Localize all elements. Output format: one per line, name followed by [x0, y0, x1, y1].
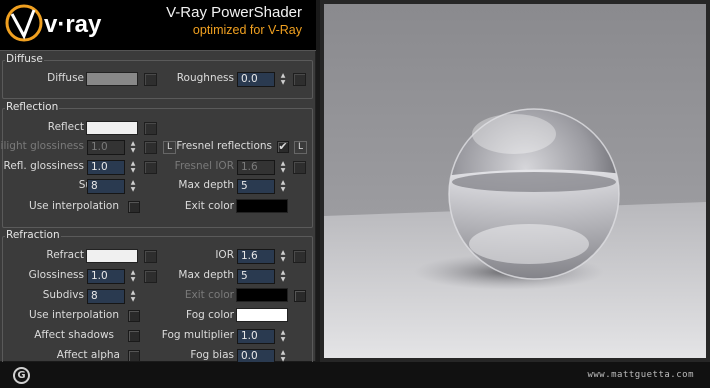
affect-shadows-label: Affect shadows [34, 329, 114, 341]
refr-subdivs-label: Subdivs [42, 289, 84, 301]
affect-alpha-checkbox[interactable] [128, 350, 140, 362]
refr-glossiness-label: Glossiness [28, 269, 84, 281]
spinner-arrows-icon[interactable]: ▲ ▼ [278, 160, 288, 175]
fog-color-swatch[interactable] [236, 308, 288, 322]
reflection-section: Reflection Reflect Hilight glossiness 1.… [0, 101, 316, 228]
refr-exit-color-checkbox[interactable] [294, 290, 306, 302]
refl-use-interpolation-checkbox[interactable] [128, 201, 140, 213]
glass-sphere-preview [324, 4, 706, 358]
refr-subdivs-spinner[interactable]: 8 [87, 289, 125, 304]
affect-alpha-label: Affect alpha [56, 349, 120, 361]
diffuse-section-title: Diffuse [5, 53, 44, 65]
footer-bar: G www.mattguetta.com [0, 362, 710, 388]
refl-max-depth-label: Max depth [178, 179, 234, 191]
reflect-map-button[interactable] [144, 122, 157, 135]
website-credit: www.mattguetta.com [587, 370, 694, 380]
refr-use-interpolation-label: Use interpolation [29, 309, 119, 321]
refract-label: Refract [46, 249, 84, 261]
fog-multiplier-spinner[interactable]: 1.0 [237, 329, 275, 344]
reflect-label: Reflect [47, 121, 84, 133]
fresnel-ior-spinner[interactable]: 1.6 [237, 160, 275, 175]
spinner-arrows-icon[interactable]: ▲ ▼ [128, 140, 138, 155]
refr-use-interpolation-checkbox[interactable] [128, 310, 140, 322]
hilight-map-button[interactable] [144, 141, 157, 154]
spinner-arrows-icon[interactable]: ▲ ▼ [278, 249, 288, 264]
refr-max-depth-spinner[interactable]: 5 [237, 269, 275, 284]
app-subtitle: optimized for V-Ray [192, 23, 302, 37]
app-title: V-Ray PowerShader [166, 4, 302, 21]
hilight-glossiness-spinner[interactable]: 1.0 [87, 140, 125, 155]
roughness-map-button[interactable] [293, 73, 306, 86]
refl-exit-color-swatch[interactable] [236, 199, 288, 213]
spinner-arrows-icon[interactable]: ▲ ▼ [278, 269, 288, 284]
refr-glossiness-spinner[interactable]: 1.0 [87, 269, 125, 284]
ior-map-button[interactable] [293, 250, 306, 263]
diffuse-section: Diffuse Diffuse Roughness 0.0 ▲ ▼ [0, 53, 316, 101]
fog-color-label: Fog color [186, 309, 234, 321]
spinner-arrows-icon[interactable]: ▲ ▼ [128, 160, 138, 175]
spinner-arrows-icon[interactable]: ▲ ▼ [278, 329, 288, 344]
ior-spinner[interactable]: 1.6 [237, 249, 275, 264]
hilight-glossiness-label: Hilight glossiness [0, 140, 84, 152]
render-preview-frame [320, 0, 710, 362]
fog-multiplier-label: Fog multiplier [161, 329, 234, 341]
material-panel: Diffuse Diffuse Roughness 0.0 ▲ ▼ Reflect… [0, 51, 316, 368]
spinner-arrows-icon[interactable]: ▲ ▼ [278, 179, 288, 194]
refraction-section: Refraction Refract IOR 1.6 ▲ ▼ Glossiness… [0, 229, 316, 368]
refr-exit-color-label: Exit color [184, 289, 234, 301]
refl-glossiness-spinner[interactable]: 1.0 [87, 160, 125, 175]
refl-max-depth-spinner[interactable]: 5 [237, 179, 275, 194]
refr-exit-color-swatch[interactable] [236, 288, 288, 302]
diffuse-label: Diffuse [47, 72, 84, 84]
spinner-arrows-icon[interactable]: ▲ ▼ [128, 179, 138, 194]
roughness-label: Roughness [176, 72, 234, 84]
refr-max-depth-label: Max depth [178, 269, 234, 281]
diffuse-map-button[interactable] [144, 73, 157, 86]
refract-color-swatch[interactable] [86, 249, 138, 263]
refl-use-interpolation-label: Use interpolation [29, 200, 119, 212]
hilight-lock-button[interactable]: L [163, 141, 176, 154]
fresnel-lock-button[interactable]: L [294, 141, 307, 154]
fresnel-reflections-checkbox[interactable]: ✔ [277, 141, 289, 153]
refraction-section-title: Refraction [5, 229, 61, 241]
spinner-arrows-icon[interactable]: ▲ ▼ [278, 72, 288, 87]
roughness-spinner[interactable]: 0.0 [237, 72, 275, 87]
spinner-arrows-icon[interactable]: ▲ ▼ [128, 269, 138, 284]
refract-map-button[interactable] [144, 250, 157, 263]
refl-glossiness-map-button[interactable] [144, 161, 157, 174]
vray-logo-icon: v·ray [5, 4, 102, 42]
affect-shadows-checkbox[interactable] [128, 330, 140, 342]
fresnel-ior-label: Fresnel IOR [174, 160, 234, 172]
reflection-section-title: Reflection [5, 101, 60, 113]
svg-text:v·ray: v·ray [44, 11, 102, 38]
fresnel-ior-map-button[interactable] [293, 161, 306, 174]
fresnel-reflections-label: Fresnel reflections [176, 140, 272, 152]
copyright-icon: G [13, 367, 30, 384]
diffuse-color-swatch[interactable] [86, 72, 138, 86]
reflect-color-swatch[interactable] [86, 121, 138, 135]
fog-bias-label: Fog bias [190, 349, 234, 361]
header-banner: v·ray V-Ray PowerShader optimized for V-… [0, 0, 316, 51]
refl-subdivs-spinner[interactable]: 8 [87, 179, 125, 194]
refr-glossiness-map-button[interactable] [144, 270, 157, 283]
refl-glossiness-label: Refl. glossiness [3, 160, 85, 172]
refl-exit-color-label: Exit color [184, 200, 234, 212]
ior-label: IOR [215, 249, 234, 261]
spinner-arrows-icon[interactable]: ▲ ▼ [128, 289, 138, 304]
